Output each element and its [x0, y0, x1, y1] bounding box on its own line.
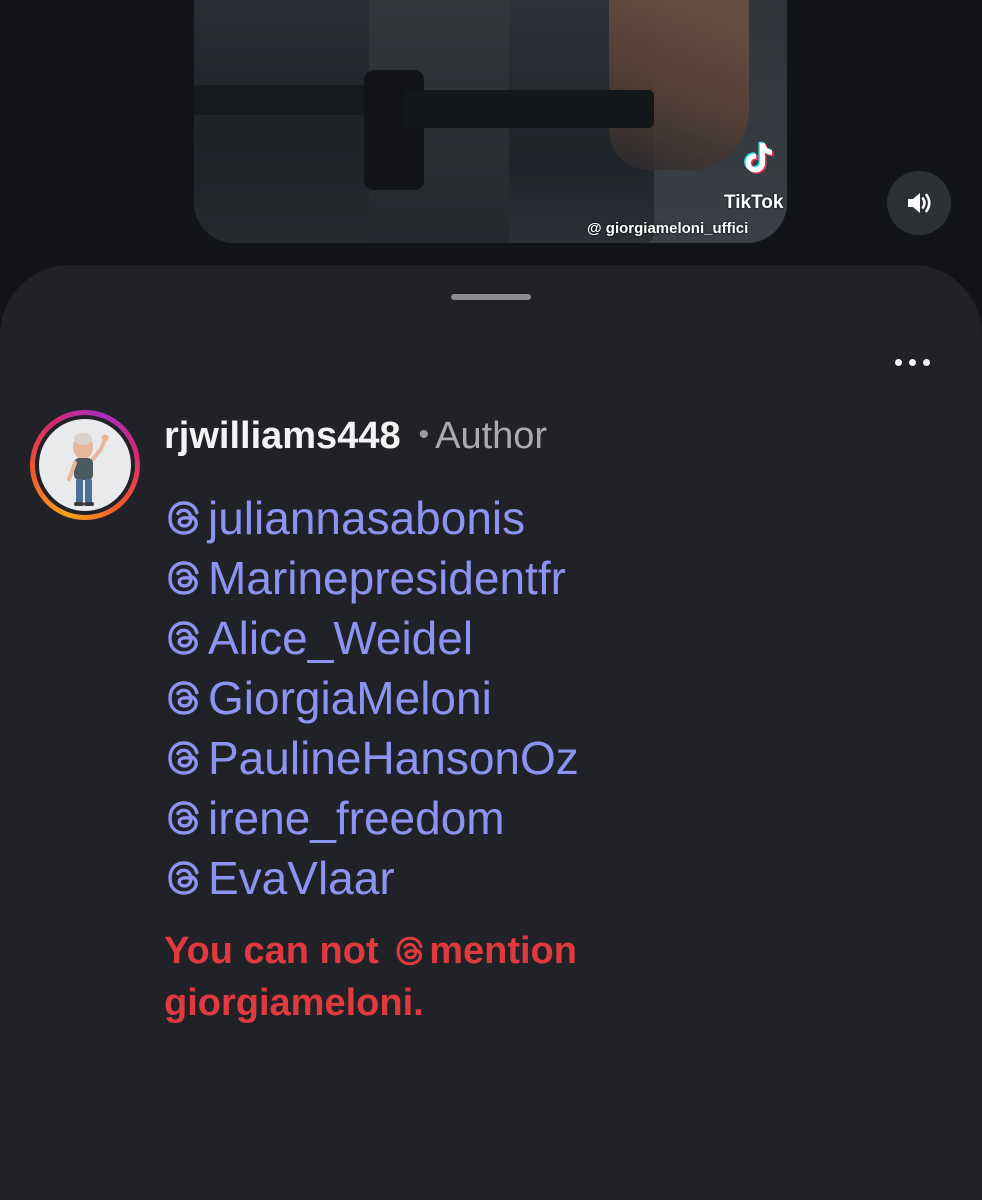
threads-at-icon: [168, 741, 199, 775]
video-arm: [609, 0, 749, 170]
mention-handle: Alice_Weidel: [208, 612, 474, 664]
memoji-avatar-icon: [67, 433, 109, 506]
mention-link[interactable]: PaulineHansonOz: [164, 728, 579, 788]
more-dot: [922, 358, 930, 366]
more-dot: [894, 358, 902, 366]
error-word: mention: [429, 930, 577, 972]
threads-at-icon: [168, 681, 199, 715]
avatar: [39, 419, 131, 511]
tiktok-logo-icon: [744, 141, 774, 174]
mention-handle: EvaVlaar: [208, 852, 395, 904]
threads-at-icon: [168, 621, 199, 655]
mention-handle: GiorgiaMeloni: [208, 672, 492, 724]
video-figure-left: [194, 0, 374, 243]
threads-at-icon: [396, 936, 423, 966]
sound-toggle-button[interactable]: [887, 171, 951, 235]
more-dot: [908, 358, 916, 366]
mentions-list: juliannasabonis Marinepresidentfr Alice_…: [164, 488, 579, 908]
threads-at-icon: [168, 561, 199, 595]
mention-handle: PaulineHansonOz: [208, 732, 579, 784]
threads-at-icon: [168, 801, 199, 835]
comment-header: rjwilliams448 • Author: [164, 415, 547, 458]
mention-link[interactable]: GiorgiaMeloni: [164, 668, 579, 728]
mention-link[interactable]: Marinepresidentfr: [164, 548, 579, 608]
mention-link[interactable]: irene_freedom: [164, 788, 579, 848]
comments-sheet: rjwilliams448 • Author juliannasabonis Mar…: [0, 265, 982, 1200]
mention-link[interactable]: juliannasabonis: [164, 488, 579, 548]
screen: TikTok @ giorgiameloni_uffici rjwilliams…: [0, 0, 982, 1200]
mention-handle: irene_freedom: [208, 792, 505, 844]
author-badge: Author: [435, 415, 548, 457]
threads-at-icon: [168, 501, 199, 535]
mention-handle: Marinepresidentfr: [208, 552, 566, 604]
mention-link[interactable]: Alice_Weidel: [164, 608, 579, 668]
avatar-story-ring[interactable]: [30, 410, 140, 520]
video-belt: [404, 90, 654, 128]
more-options-button[interactable]: [884, 345, 940, 379]
tiktok-watermark: TikTok: [724, 192, 784, 213]
error-suffix: giorgiameloni.: [164, 982, 424, 1024]
mention-handle: juliannasabonis: [208, 492, 526, 544]
separator-dot: •: [418, 418, 430, 451]
speaker-volume-icon: [908, 193, 931, 213]
video-holster: [364, 70, 424, 190]
threads-at-icon: [168, 861, 199, 895]
error-prefix: You can not: [164, 930, 379, 972]
mention-error-message: You can not mention giorgiameloni.: [164, 925, 684, 1029]
mention-link[interactable]: EvaVlaar: [164, 848, 579, 908]
video-belt-left: [194, 85, 369, 115]
video-player[interactable]: TikTok @ giorgiameloni_uffici: [194, 0, 787, 243]
drag-handle[interactable]: [451, 294, 531, 300]
tiktok-handle-watermark: @ giorgiameloni_uffici: [587, 220, 749, 237]
username-link[interactable]: rjwilliams448: [164, 415, 401, 457]
